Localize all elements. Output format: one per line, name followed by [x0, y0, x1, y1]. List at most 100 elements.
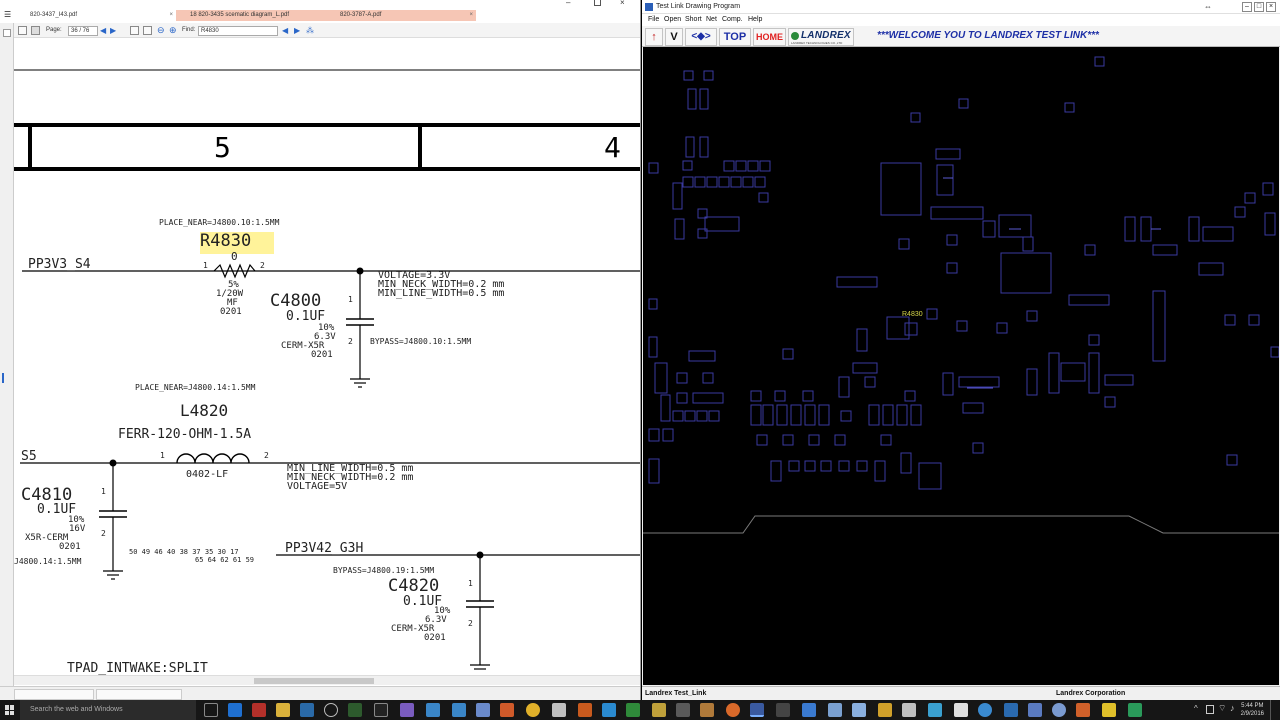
app-icon-15[interactable] [578, 703, 592, 717]
app-icon-18[interactable] [652, 703, 666, 717]
find-next-icon[interactable]: ▶ [294, 23, 300, 38]
menu-comp[interactable]: Comp. [722, 14, 743, 26]
v-button[interactable]: V [665, 28, 683, 46]
pdf-maximize-icon[interactable] [594, 0, 601, 6]
battery-icon[interactable] [1206, 705, 1214, 714]
app-icon-16[interactable] [602, 703, 616, 717]
app-icon-17[interactable] [626, 703, 640, 717]
app-icon-4[interactable] [300, 703, 314, 717]
volume-icon[interactable]: ♪ [1230, 703, 1235, 713]
pin-numbers-row2: 65 64 62 61 59 [195, 556, 255, 564]
menu-help[interactable]: Help [748, 14, 762, 26]
network-icon[interactable]: ⌔ [1218, 703, 1226, 714]
menu-file[interactable]: File [648, 14, 659, 26]
net-props-s5: MIN_LINE_WIDTH=0.5 mm MIN_NECK_WIDTH=0.2… [287, 464, 413, 492]
show-desktop-button[interactable] [1270, 700, 1274, 720]
foxit-reader-icon[interactable] [252, 703, 266, 717]
app-icon-26[interactable] [852, 703, 866, 717]
app-icon-29[interactable] [928, 703, 942, 717]
zoom-out-icon[interactable]: ⊖ [157, 23, 165, 38]
restore-arrows-icon[interactable]: ⇔ [1204, 0, 1212, 14]
app-icon-14[interactable] [552, 703, 566, 717]
app-icon-6[interactable] [348, 703, 362, 717]
c4810-bypass: J4800.14:1.5MM [14, 557, 82, 566]
app-icon-36[interactable] [1102, 703, 1116, 717]
app-icon-25[interactable] [828, 703, 842, 717]
app-icon-10[interactable] [452, 703, 466, 717]
tab-820-3787[interactable]: 820-3787-A.pdf × [326, 10, 476, 21]
next-page-icon[interactable]: ▶ [110, 23, 116, 38]
app-icon-20[interactable] [700, 703, 714, 717]
tab-820-3437[interactable]: 820-3437_I43.pdf × [16, 10, 176, 21]
fit-page-icon[interactable] [130, 26, 139, 35]
zoom-in-icon[interactable]: ⊕ [169, 23, 177, 38]
page-number-field[interactable]: 36 / 76 [68, 26, 98, 36]
terminal-icon[interactable] [374, 703, 388, 717]
task-view-icon[interactable] [204, 703, 218, 717]
pad [962, 402, 984, 414]
app-icon-5[interactable] [324, 703, 338, 717]
landrex-taskbar-icon[interactable] [750, 703, 764, 717]
l4820-place-near: PLACE_NEAR=J4800.14:1.5MM [135, 383, 256, 392]
tab-close-icon[interactable]: × [169, 10, 173, 21]
pad [708, 410, 720, 422]
pages-panel-icon[interactable] [3, 29, 11, 37]
pcb-board-canvas[interactable]: R4830 [643, 47, 1279, 685]
scroll-thumb[interactable] [254, 678, 374, 684]
landrex-status-bar: Landrex Test_Link Landrex Corporation [642, 686, 1280, 700]
taskbar-search-input[interactable]: Search the web and Windows [20, 700, 196, 720]
up-arrow-button[interactable]: ↑ [645, 28, 663, 46]
app-icon-23[interactable] [776, 703, 790, 717]
top-button[interactable]: TOP [719, 28, 751, 46]
find-prev-icon[interactable]: ◀ [282, 23, 288, 38]
maximize-icon[interactable]: □ [1254, 2, 1264, 12]
start-windows-icon[interactable] [5, 705, 15, 715]
landrex-menu-bar: File Open Short Net Comp. Help [642, 14, 1280, 26]
highlighted-part-label[interactable]: R4830 [902, 311, 923, 318]
open-file-icon[interactable] [18, 26, 27, 35]
pad [648, 428, 660, 442]
app-icon-34[interactable] [1052, 703, 1066, 717]
pad [936, 164, 954, 196]
app-icon-19[interactable] [676, 703, 690, 717]
tab-close-icon[interactable]: × [469, 10, 473, 21]
app-icon-30[interactable] [954, 703, 968, 717]
app-icon-33[interactable] [1028, 703, 1042, 717]
find-options-icon[interactable]: ⁂ [306, 23, 314, 38]
close-icon[interactable]: × [1266, 2, 1276, 12]
menu-short[interactable]: Short [685, 14, 702, 26]
app-icon-32[interactable] [1004, 703, 1018, 717]
app-icon-37[interactable] [1128, 703, 1142, 717]
pad [834, 434, 846, 446]
menu-net[interactable]: Net [706, 14, 717, 26]
navigate-arrows-button[interactable]: <◆> [685, 28, 717, 46]
app-icon-24[interactable] [802, 703, 816, 717]
app-icon-11[interactable] [476, 703, 490, 717]
fit-width-icon[interactable] [143, 26, 152, 35]
home-button[interactable]: HOME [753, 28, 786, 46]
pdf-minimize-icon[interactable]: – [566, 0, 570, 7]
app-icon-27[interactable] [878, 703, 892, 717]
pdf-close-icon[interactable]: × [620, 0, 625, 7]
edge-browser-icon[interactable] [228, 703, 242, 717]
pdf-horizontal-scrollbar[interactable] [14, 675, 640, 685]
tab-18-820-3435[interactable]: 18 820-3435 scematic diagram_L.pdf [176, 10, 326, 21]
taskbar-clock[interactable]: 5:44 PM 2/9/2016 [1241, 702, 1264, 718]
print-icon[interactable] [31, 26, 40, 35]
hamburger-menu-icon[interactable]: ☰ [4, 10, 11, 20]
file-explorer-icon[interactable] [276, 703, 290, 717]
minimize-icon[interactable]: – [1242, 2, 1252, 12]
app-icon-35[interactable] [1076, 703, 1090, 717]
prev-page-icon[interactable]: ◀ [100, 23, 106, 38]
app-icon-12[interactable] [500, 703, 514, 717]
find-input[interactable]: R4830 [198, 26, 278, 36]
app-icon-28[interactable] [902, 703, 916, 717]
menu-open[interactable]: Open [664, 14, 681, 26]
c4820-pin1: 1 [468, 579, 473, 588]
app-icon-31[interactable] [978, 703, 992, 717]
tray-chevron-icon[interactable]: ^ [1194, 704, 1198, 713]
app-icon-8[interactable] [400, 703, 414, 717]
chrome-icon[interactable] [526, 703, 540, 717]
firefox-icon[interactable] [726, 703, 740, 717]
app-icon-9[interactable] [426, 703, 440, 717]
